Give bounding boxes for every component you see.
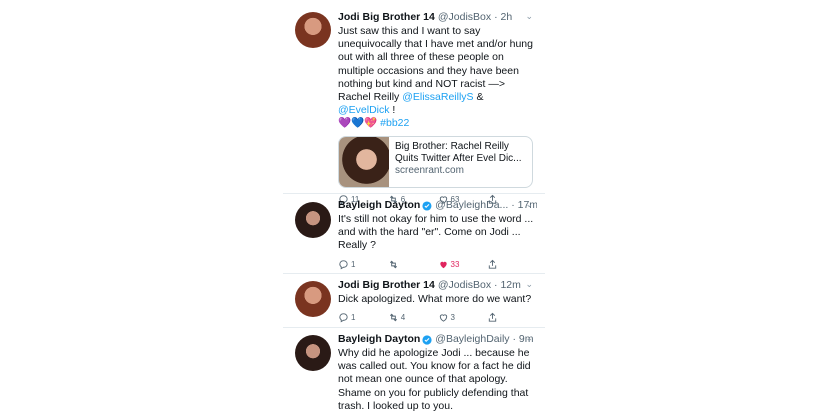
- handle[interactable]: @BayleighDa... · 17m: [435, 199, 537, 212]
- verified-icon: [422, 334, 432, 345]
- tweet-2[interactable]: Bayleigh Dayton @BayleighDa... · 17m ⌄ I…: [283, 194, 545, 274]
- card-domain: screenrant.com: [395, 165, 464, 177]
- retweet-count: 4: [400, 313, 406, 323]
- action-bar: 1 4 3: [338, 312, 537, 323]
- tweet-text: Why did he apologize Jodi ... because he…: [338, 347, 531, 412]
- retweet-icon: [389, 260, 397, 268]
- like-icon: [439, 314, 447, 322]
- display-name[interactable]: Bayleigh Dayton: [338, 333, 420, 346]
- tweet-header: Jodi Big Brother 14 @JodisBox · 2h: [338, 11, 537, 24]
- tweet-text: It's still not okay for him to use the w…: [338, 213, 534, 252]
- display-name[interactable]: Jodi Big Brother 14: [338, 11, 435, 24]
- reply-icon: [339, 259, 348, 270]
- like-icon: [439, 261, 447, 268]
- action-bar: 1 33: [338, 259, 537, 270]
- avatar[interactable]: [295, 281, 331, 317]
- tweet-header: Bayleigh Dayton @BayleighDa... · 17m: [338, 199, 537, 212]
- handle[interactable]: @JodisBox: [438, 11, 491, 24]
- reply-icon: [339, 313, 348, 323]
- card-thumbnail: [339, 136, 389, 187]
- tweet-text-part: !: [389, 104, 396, 117]
- reply-count: 1: [351, 259, 356, 269]
- chevron-down-icon[interactable]: ⌄: [525, 199, 533, 210]
- verified-icon: [422, 200, 432, 211]
- share-icon: [489, 259, 497, 269]
- reply-button[interactable]: 1: [338, 259, 388, 270]
- timeline: Jodi Big Brother 14 @JodisBox · 2h ⌄ Jus…: [283, 0, 545, 413]
- share-icon: [489, 312, 497, 322]
- card-title: Big Brother: Rachel Reilly Quits Twitter…: [395, 140, 522, 165]
- display-name[interactable]: Jodi Big Brother 14: [338, 279, 435, 292]
- tweet-header: Jodi Big Brother 14 @JodisBox · 12m: [338, 279, 537, 292]
- chevron-down-icon[interactable]: ⌄: [525, 279, 533, 290]
- chevron-down-icon[interactable]: ⌄: [525, 333, 533, 344]
- avatar[interactable]: [295, 12, 331, 48]
- like-button[interactable]: 3: [438, 312, 488, 323]
- reply-button[interactable]: 1: [338, 312, 388, 323]
- retweet-button[interactable]: 4: [388, 312, 438, 323]
- like-count: 3: [450, 313, 455, 323]
- reply-count: 1: [351, 313, 356, 323]
- mention-link[interactable]: @EvelDick: [338, 104, 390, 116]
- chevron-down-icon[interactable]: ⌄: [525, 11, 533, 22]
- tweet-text-part: &: [473, 91, 484, 104]
- tweet-4[interactable]: Bayleigh Dayton @BayleighDaily · 9m ⌄ Wh…: [283, 328, 545, 413]
- tweet-text: Dick apologized. What more do we want?: [338, 293, 532, 305]
- link-card[interactable]: Big Brother: Rachel Reilly Quits Twitter…: [338, 135, 533, 188]
- display-name[interactable]: Bayleigh Dayton: [338, 199, 420, 212]
- hashtag-link[interactable]: #bb22: [377, 117, 409, 129]
- share-button[interactable]: [487, 312, 537, 323]
- avatar[interactable]: [295, 335, 331, 371]
- mention-link[interactable]: @ElissaReillyS: [402, 91, 473, 103]
- like-count: 33: [450, 259, 460, 269]
- tweet-3[interactable]: Jodi Big Brother 14 @JodisBox · 12m ⌄ Di…: [283, 274, 545, 328]
- handle[interactable]: @BayleighDaily · 9m: [435, 333, 533, 346]
- retweet-icon: [389, 313, 397, 322]
- like-button[interactable]: 33: [438, 259, 488, 270]
- share-button[interactable]: [487, 259, 537, 270]
- timestamp[interactable]: · 2h: [494, 11, 512, 24]
- avatar[interactable]: [295, 202, 331, 238]
- tweet-text: Just saw this and I want to say unequivo…: [338, 25, 537, 131]
- retweet-button[interactable]: [388, 259, 438, 270]
- handle[interactable]: @JodisBox · 12m: [438, 279, 521, 292]
- tweet-1[interactable]: Jodi Big Brother 14 @JodisBox · 2h ⌄ Jus…: [283, 0, 545, 205]
- emoji: 💜💙💖: [338, 117, 378, 130]
- tweet-header: Bayleigh Dayton @BayleighDaily · 9m: [338, 333, 537, 346]
